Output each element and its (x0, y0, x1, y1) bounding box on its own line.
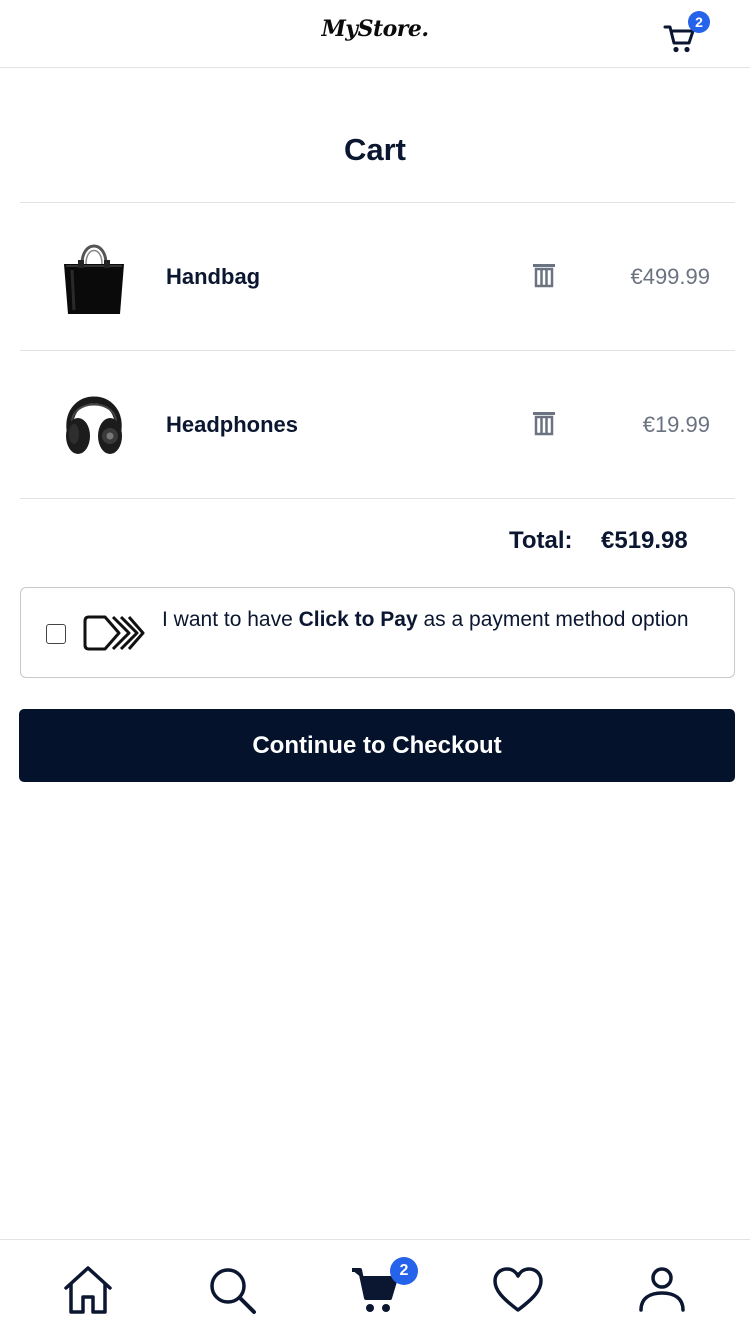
divider (20, 498, 735, 499)
store-logo[interactable]: MyStore. (0, 16, 750, 42)
item-name[interactable]: Headphones (166, 412, 298, 438)
click-to-pay-icon (83, 615, 145, 651)
trash-icon[interactable] (532, 262, 556, 288)
cart-count-badge: 2 (390, 1257, 418, 1285)
item-name[interactable]: Handbag (166, 264, 260, 290)
divider (20, 350, 735, 351)
total-label: Total: (509, 527, 573, 554)
handbag-image (64, 244, 124, 314)
click-to-pay-checkbox[interactable] (46, 624, 66, 644)
headphones-image (66, 396, 122, 454)
heart-icon[interactable] (492, 1264, 544, 1316)
search-icon[interactable] (206, 1264, 258, 1316)
click-to-pay-label[interactable]: I want to have Click to Pay as a payment… (162, 607, 702, 633)
divider (20, 202, 735, 203)
trash-icon[interactable] (532, 410, 556, 436)
top-bar: MyStore. (0, 0, 750, 68)
click-to-pay-option[interactable]: I want to have Click to Pay as a payment… (20, 587, 735, 678)
home-icon[interactable] (62, 1264, 114, 1316)
total-value: €519.98 (601, 527, 688, 554)
item-price: €19.99 (642, 412, 710, 437)
user-icon[interactable] (636, 1264, 688, 1316)
continue-to-checkout-button[interactable]: Continue to Checkout (19, 709, 735, 782)
page-title: Cart (343, 132, 406, 167)
item-price: €499.99 (630, 264, 710, 289)
cart-count-badge: 2 (688, 11, 710, 33)
